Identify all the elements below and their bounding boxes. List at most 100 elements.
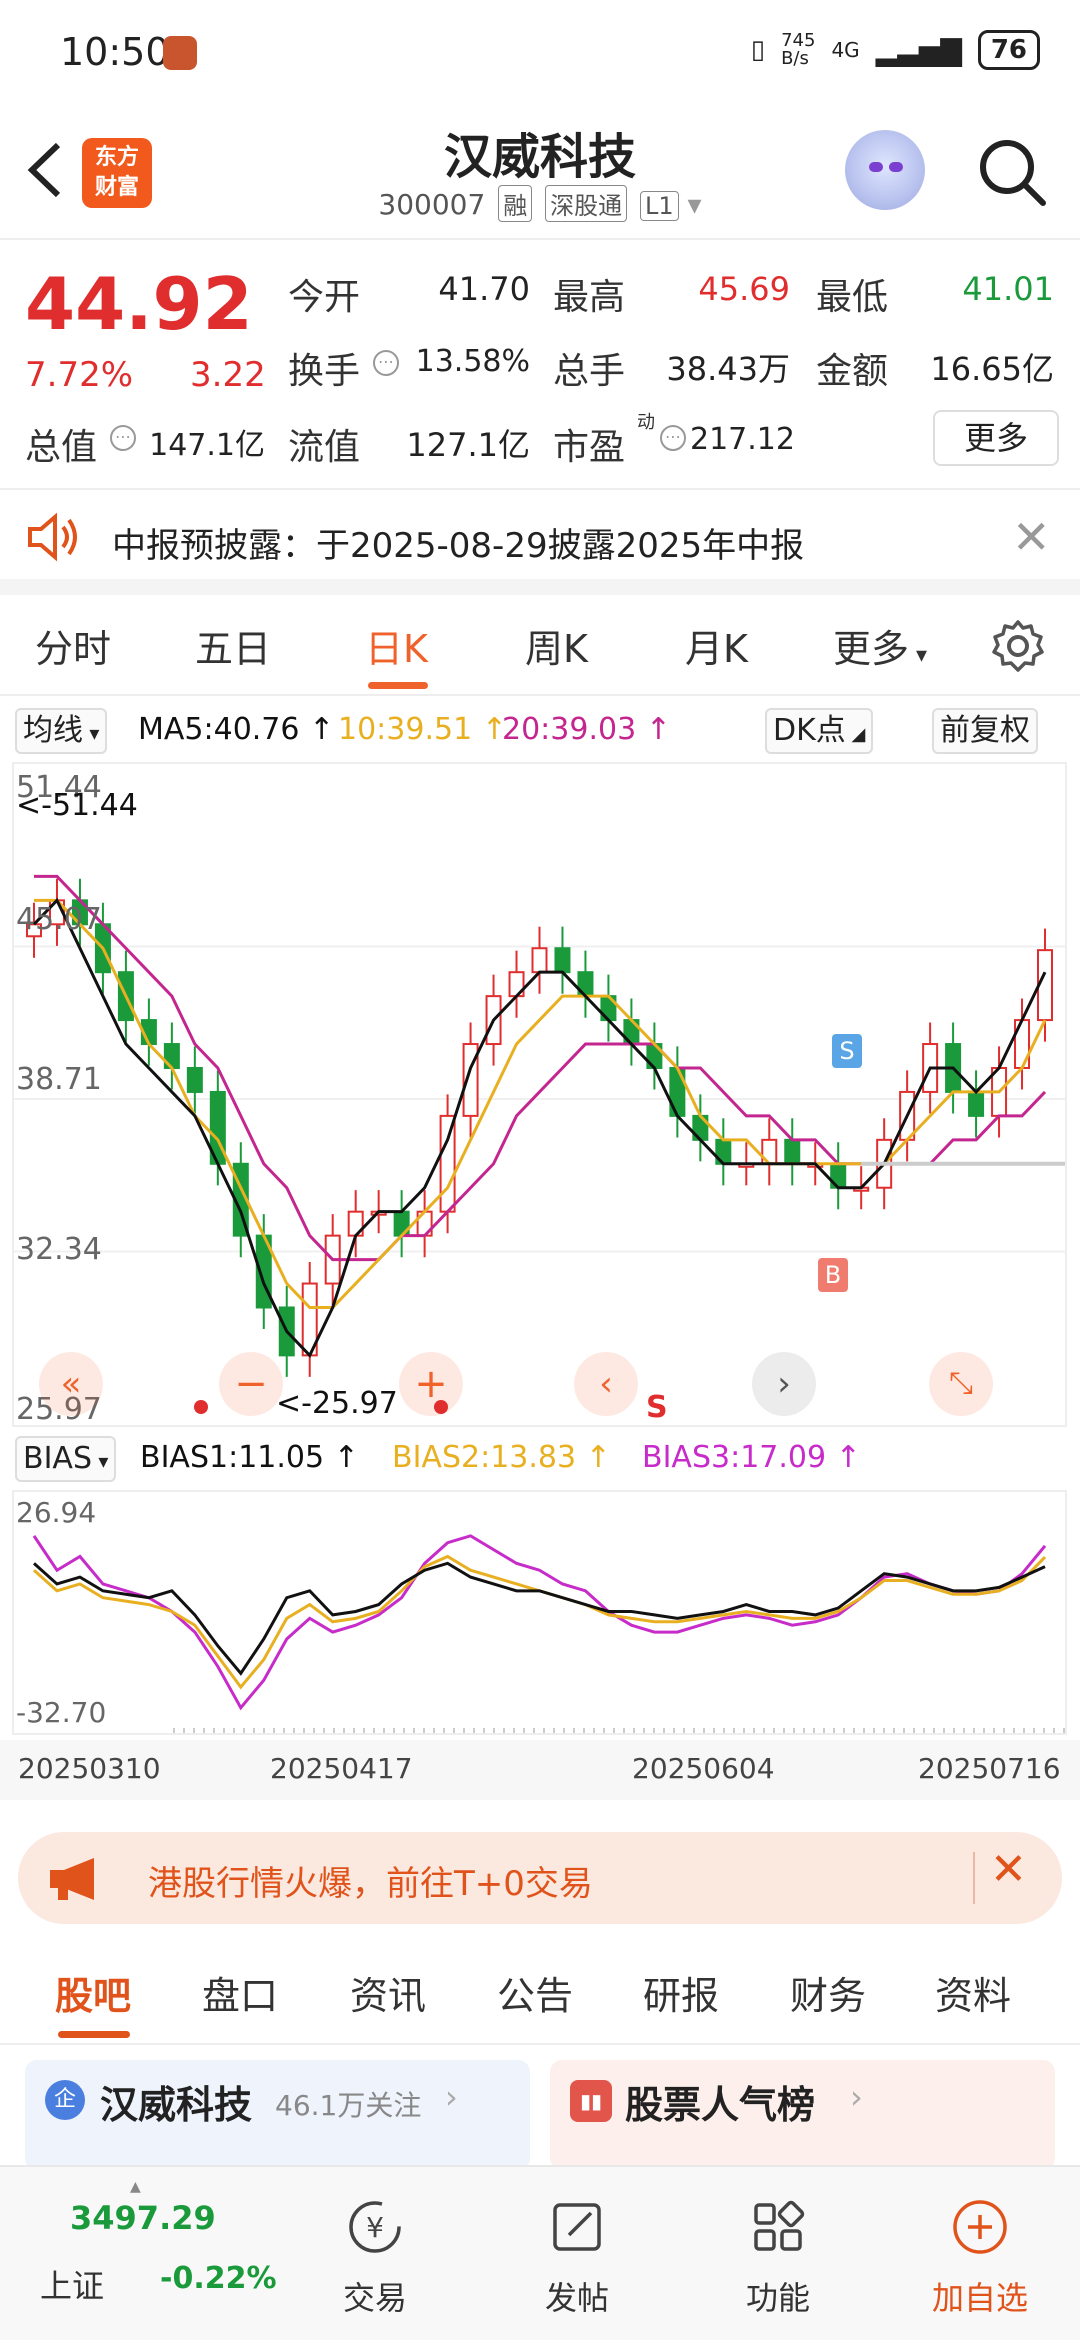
low-value: 41.01 — [962, 270, 1054, 308]
index-name: 上证 — [40, 2267, 105, 2305]
functions-label: 功能 — [745, 2279, 810, 2317]
prev-button[interactable]: ‹ — [574, 1352, 638, 1416]
tab-forum[interactable]: 股吧 — [55, 1965, 131, 2020]
tab-more[interactable]: 更多 ▾ — [833, 618, 927, 673]
tab-intraday[interactable]: 分时 — [35, 618, 111, 673]
next-button[interactable]: › — [752, 1352, 816, 1416]
add-watchlist-label: 加自选 — [931, 2279, 1028, 2317]
candle-body — [531, 947, 548, 974]
date-label: 20250417 — [270, 1752, 413, 1785]
low-label: 最低 — [816, 277, 889, 318]
event-dot[interactable] — [434, 1400, 448, 1414]
adjust-button[interactable]: 前复权 — [932, 708, 1038, 754]
date-label: 20250604 — [632, 1752, 775, 1785]
bottom-bar: ▲ 3497.29 上证 -0.22% ¥ 交易 发帖 功能 加自选 — [0, 2165, 1080, 2340]
active-tab-indicator — [58, 2031, 130, 2038]
bias-select[interactable]: BIAS ▾ — [15, 1436, 117, 1482]
max-marker: <-51.44 — [16, 788, 138, 823]
float-value: 127.1亿 — [406, 426, 530, 464]
buy-signal-badge[interactable]: B — [818, 1258, 848, 1292]
hk-trade-banner[interactable]: 港股行情火爆，前往T+0交易 ✕ — [18, 1832, 1062, 1924]
mktcap-value: 147.1亿 — [149, 428, 265, 463]
post-button[interactable]: 发帖 — [507, 2197, 647, 2319]
caret-up-icon: ▲ — [130, 2179, 141, 2195]
amount-value: 16.65亿 — [930, 350, 1054, 388]
mktcap-label: 总值 — [25, 427, 98, 468]
change-amount: 3.22 — [190, 355, 266, 395]
add-watchlist-button[interactable]: 加自选 — [910, 2197, 1050, 2319]
status-icons: ▯ 745 B/s 4G ▂▃▅▇ 76 — [751, 30, 1040, 70]
tab-research[interactable]: 研报 — [643, 1965, 719, 2020]
tab-profile[interactable]: 资料 — [935, 1965, 1011, 2020]
status-bar: 10:50 ▯ 745 B/s 4G ▂▃▅▇ 76 — [0, 0, 1080, 105]
min-marker: <-25.97 — [276, 1386, 398, 1421]
pe-dynamic-mark: 动 — [637, 412, 655, 433]
stock-code: 300007 — [378, 188, 486, 221]
sell-signal-badge[interactable]: S — [832, 1034, 862, 1068]
divider — [973, 1852, 975, 1904]
y-label: 38.71 — [16, 1062, 102, 1097]
signal-label: 4G — [831, 38, 860, 62]
close-icon[interactable]: ✕ — [990, 1844, 1027, 1895]
s-marker: S — [646, 1390, 668, 1425]
caret-down-icon: ▾ — [687, 188, 702, 221]
tab-weekly-k[interactable]: 周K — [525, 618, 588, 673]
tab-announcements[interactable]: 公告 — [497, 1965, 573, 2020]
float-label: 流值 — [288, 427, 361, 468]
tag-level: L1 — [640, 191, 679, 221]
add-circle-icon — [953, 2200, 1007, 2254]
notice-text: 中报预披露：于2025-08-29披露2025年中报 — [112, 526, 805, 566]
chevron-right-icon: › — [850, 2078, 863, 2116]
ma10-value: 10:39.51 ↑ — [338, 712, 507, 747]
tab-daily-k[interactable]: 日K — [365, 618, 428, 673]
info-icon[interactable]: ⋯ — [110, 425, 136, 451]
y-label: 32.34 — [16, 1232, 102, 1267]
post-label: 发帖 — [544, 2279, 609, 2317]
current-price: 44.92 — [25, 262, 253, 346]
trade-button[interactable]: ¥ 交易 — [305, 2197, 445, 2319]
indicator-select[interactable]: 均线 ▾ — [15, 708, 108, 754]
zoom-out-button[interactable]: − — [219, 1352, 283, 1416]
bias-y-top: 26.94 — [16, 1496, 97, 1529]
tab-financials[interactable]: 财务 — [790, 1965, 866, 2020]
company-icon: 企 — [45, 2080, 85, 2120]
search-button[interactable] — [975, 135, 1050, 210]
rewind-button[interactable]: « — [39, 1352, 103, 1416]
more-button[interactable]: 更多 — [933, 410, 1059, 466]
svg-text:¥: ¥ — [366, 2211, 384, 2244]
fullscreen-button[interactable]: ⤡ — [929, 1352, 993, 1416]
assistant-robot-icon[interactable] — [845, 130, 925, 210]
content-tabs: 股吧 盘口 资讯 公告 研报 财务 资料 — [0, 1945, 1080, 2045]
candle-body — [186, 1066, 203, 1093]
functions-button[interactable]: 功能 — [708, 2197, 848, 2319]
bias-svg — [32, 1534, 1065, 1733]
active-tab-indicator — [368, 682, 428, 689]
zoom-in-button[interactable]: + — [399, 1352, 463, 1416]
k-line-chart[interactable]: 51.44 45.07 38.71 32.34 25.97 <-51.44 <-… — [12, 762, 1067, 1427]
popularity-card[interactable]: ▮▮ 股票人气榜 › — [550, 2060, 1055, 2170]
turnover-label: 换手 — [288, 351, 361, 392]
tab-order-book[interactable]: 盘口 — [202, 1965, 278, 2020]
quote-panel: 44.92 7.72% 3.22 今开 41.70 最高 45.69 最低 41… — [0, 240, 1080, 490]
dk-point-button[interactable]: DK点 ◢ — [765, 708, 874, 754]
close-icon[interactable]: ✕ — [1012, 510, 1051, 564]
ma20-value: 20:39.03 ↑ — [502, 712, 671, 747]
turnover-value: 13.58% — [415, 344, 530, 379]
vibrate-icon: ▯ — [750, 35, 766, 65]
tab-news[interactable]: 资讯 — [350, 1965, 426, 2020]
notice-bar[interactable]: 中报预披露：于2025-08-29披露2025年中报 ✕ — [0, 490, 1080, 595]
tab-monthly-k[interactable]: 月K — [685, 618, 748, 673]
date-axis: 20250310 20250417 20250604 20250716 — [0, 1740, 1080, 1800]
speaker-icon — [28, 512, 77, 562]
company-card[interactable]: 企 汉威科技 46.1万关注 › — [25, 2060, 530, 2170]
date-label: 20250310 — [18, 1752, 161, 1785]
info-icon[interactable]: ⋯ — [660, 425, 686, 451]
volume-value: 38.43万 — [666, 350, 790, 388]
stock-header: 东方 财富 汉威科技 300007 融 深股通 L1 ▾ — [0, 105, 1080, 240]
status-time: 10:50 — [60, 30, 170, 74]
net-speed: 745 B/s — [781, 30, 816, 69]
gear-icon[interactable] — [990, 618, 1046, 674]
tab-five-day[interactable]: 五日 — [195, 618, 271, 673]
bias-chart[interactable]: 26.94 -32.70 — [12, 1490, 1067, 1735]
event-dot[interactable] — [194, 1400, 208, 1414]
